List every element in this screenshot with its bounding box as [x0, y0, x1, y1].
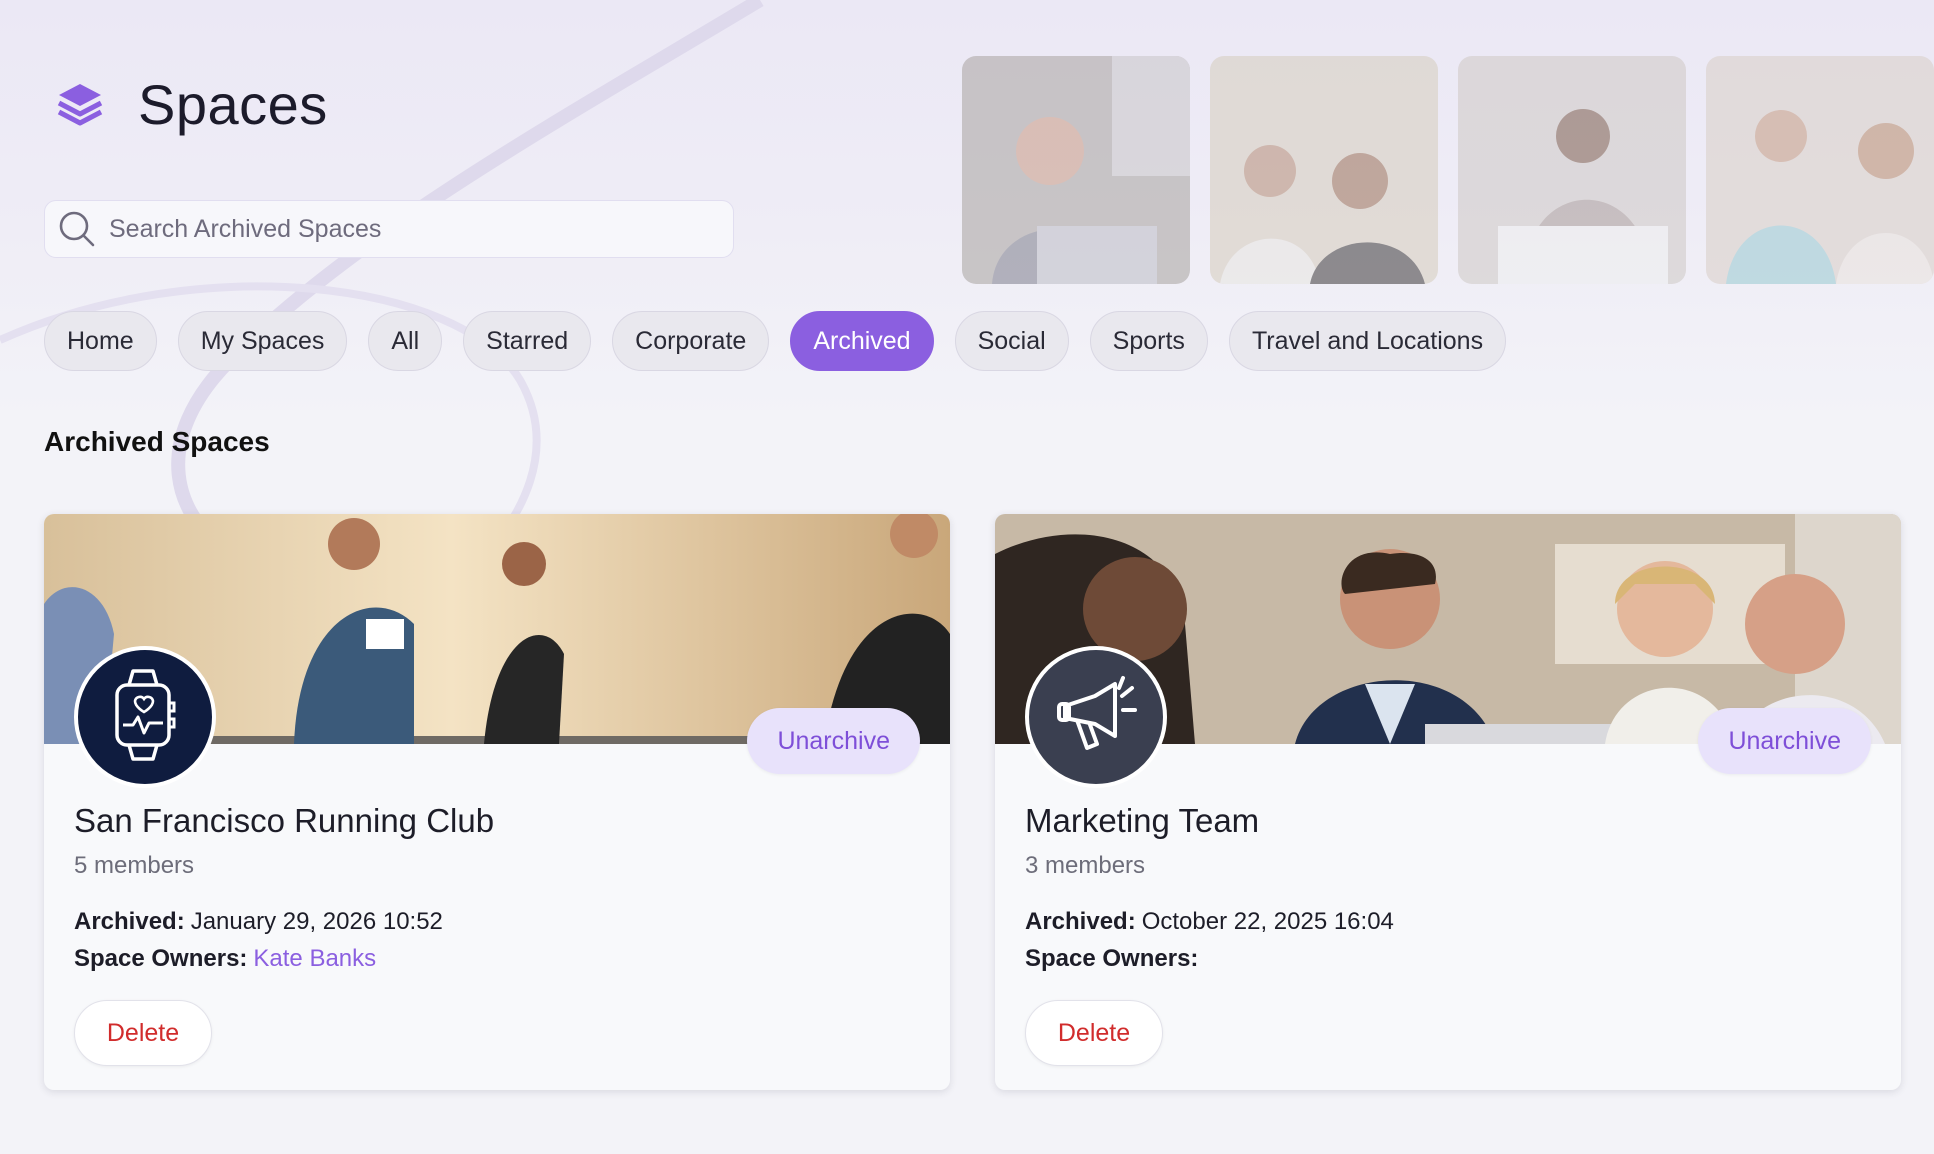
tab-my-spaces[interactable]: My Spaces — [177, 311, 348, 371]
member-count: 3 members — [1025, 852, 1146, 879]
archived-date: Archived: January 29, 2026 10:52 — [74, 908, 443, 936]
owner-link[interactable]: Kate Banks — [253, 945, 376, 972]
archived-value: January 29, 2026 10:52 — [190, 908, 443, 935]
search-box[interactable] — [44, 200, 734, 258]
tab-corporate[interactable]: Corporate — [612, 311, 770, 371]
archived-label: Archived: — [74, 908, 185, 935]
unarchive-button[interactable]: Unarchive — [747, 708, 920, 774]
space-card[interactable]: Unarchive Marketing Team 3 members Archi… — [995, 514, 1901, 1090]
search-icon — [57, 209, 97, 249]
owners-label: Space Owners: — [1025, 945, 1199, 972]
header-photo — [1706, 56, 1934, 284]
space-avatar — [1025, 646, 1167, 788]
space-owners: Space Owners: — [1025, 945, 1204, 973]
owners-label: Space Owners: — [74, 945, 248, 972]
header-photo-strip — [962, 56, 1934, 284]
unarchive-button[interactable]: Unarchive — [1698, 708, 1871, 774]
smartwatch-heart-icon — [105, 667, 185, 768]
page-header: Spaces — [44, 64, 328, 144]
space-owners: Space Owners: Kate Banks — [74, 945, 376, 973]
tab-sports[interactable]: Sports — [1089, 311, 1208, 371]
space-name: San Francisco Running Club — [74, 802, 495, 839]
tab-all[interactable]: All — [368, 311, 443, 371]
archived-date: Archived: October 22, 2025 16:04 — [1025, 908, 1394, 936]
layers-icon — [44, 68, 116, 140]
search-input[interactable] — [107, 200, 733, 258]
header-photo — [1210, 56, 1438, 284]
tab-archived[interactable]: Archived — [790, 311, 934, 371]
archived-label: Archived: — [1025, 908, 1136, 935]
header-photo — [1458, 56, 1686, 284]
delete-button[interactable]: Delete — [1025, 1000, 1163, 1066]
header-photo — [962, 56, 1190, 284]
space-avatar — [74, 646, 216, 788]
space-name: Marketing Team — [1025, 802, 1260, 839]
tab-travel-and-locations[interactable]: Travel and Locations — [1228, 311, 1507, 371]
space-card[interactable]: Unarchive San Francisco Running Club 5 m… — [44, 514, 950, 1090]
page-title: Spaces — [138, 72, 328, 136]
member-count: 5 members — [74, 852, 195, 879]
archived-value: October 22, 2025 16:04 — [1141, 908, 1394, 935]
tab-social[interactable]: Social — [954, 311, 1069, 371]
category-tabs: Home My Spaces All Starred Corporate Arc… — [44, 311, 1507, 371]
tab-starred[interactable]: Starred — [463, 311, 592, 371]
tab-home[interactable]: Home — [44, 311, 157, 371]
section-title: Archived Spaces — [44, 426, 270, 457]
megaphone-icon — [1051, 670, 1141, 765]
delete-button[interactable]: Delete — [74, 1000, 212, 1066]
